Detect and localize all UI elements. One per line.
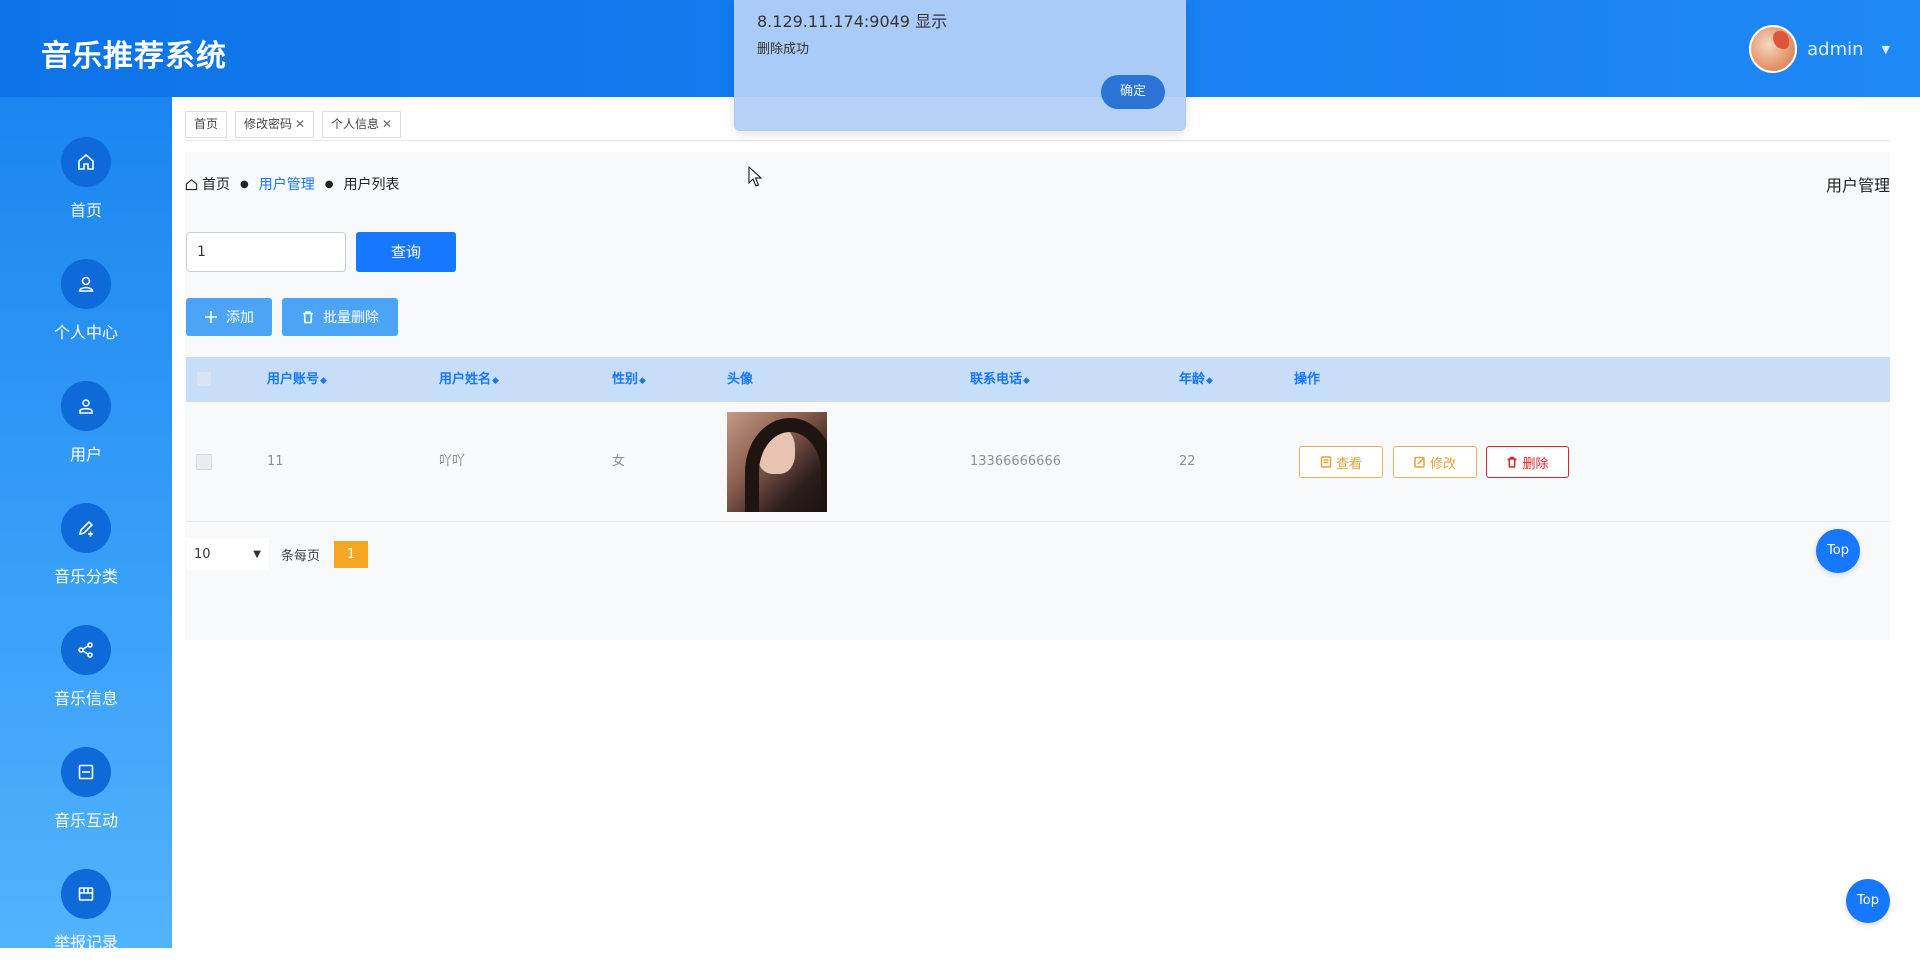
alert-dialog: 8.129.11.174:9049 显示 删除成功 确定	[734, 0, 1186, 131]
caret-down-icon[interactable]: ▼	[1882, 43, 1890, 56]
trash-icon	[1507, 456, 1517, 468]
close-icon[interactable]: ✕	[382, 117, 392, 131]
edit-button-label: 修改	[1429, 456, 1456, 472]
table-header: 用户账号◆ 用户姓名◆ 性别◆ 头像 联系电话◆ 年龄◆ 操作	[186, 357, 1890, 402]
user-avatar-photo	[727, 412, 827, 512]
sidebar-item-label: 首页	[69, 201, 102, 220]
column-header-avatar: 头像	[727, 372, 754, 387]
edit-button[interactable]: 修改	[1393, 446, 1477, 478]
sidebar-item-report-records[interactable]: 举报记录	[0, 869, 172, 979]
tab-label: 修改密码	[244, 117, 293, 131]
sort-icon: ◆	[320, 376, 327, 386]
sidebar-item-label: 个人中心	[53, 323, 118, 342]
alert-ok-button[interactable]: 确定	[1101, 75, 1165, 109]
sort-icon: ◆	[1206, 376, 1213, 386]
bulk-delete-label: 批量删除	[323, 310, 379, 326]
tab-change-password[interactable]: 修改密码 ✕	[235, 111, 315, 138]
page-size-value: 10	[194, 546, 211, 562]
view-button[interactable]: 查看	[1299, 446, 1383, 478]
sidebar-item-users[interactable]: 用户	[0, 381, 172, 491]
alert-title: 8.129.11.174:9049 显示	[757, 12, 948, 31]
sort-icon: ◆	[1023, 376, 1030, 386]
sidebar-item-label: 音乐互动	[53, 811, 118, 830]
grid-icon	[61, 869, 111, 919]
cell-name: 吖吖	[439, 454, 466, 469]
sidebar-item-label: 用户	[69, 445, 102, 464]
row-checkbox[interactable]	[196, 454, 212, 470]
sidebar-item-personal-center[interactable]: 个人中心	[0, 259, 172, 369]
breadcrumb: 首页 ● 用户管理 ● 用户列表	[185, 174, 399, 194]
user-icon	[61, 259, 111, 309]
table-row: 11 吖吖 女 13366666666 22 查看 修改 删除	[186, 402, 1890, 522]
trash-icon	[303, 311, 313, 324]
back-to-top-button[interactable]: Top	[1846, 879, 1890, 923]
document-icon	[1320, 456, 1332, 468]
view-button-label: 查看	[1335, 456, 1362, 472]
home-icon	[61, 137, 111, 187]
username[interactable]: admin	[1807, 39, 1863, 60]
per-page-label: 条每页	[281, 548, 321, 564]
column-header-account[interactable]: 用户账号◆	[267, 357, 327, 404]
page-title: 用户管理	[1825, 176, 1890, 195]
plus-icon	[205, 311, 217, 323]
cell-gender: 女	[612, 454, 626, 469]
breadcrumb-home[interactable]: 首页	[202, 174, 230, 194]
user-menu[interactable]: admin ▼	[1749, 25, 1890, 73]
breadcrumb-section[interactable]: 用户管理	[259, 174, 315, 194]
chevron-down-icon: ▼	[253, 548, 261, 560]
delete-button[interactable]: 删除	[1486, 446, 1569, 478]
sort-icon: ◆	[639, 376, 646, 386]
sidebar-item-label: 举报记录	[53, 933, 118, 952]
box-icon	[61, 747, 111, 797]
tab-label: 首页	[194, 117, 219, 131]
breadcrumb-current: 用户列表	[343, 177, 400, 193]
user-avatar[interactable]	[1749, 25, 1798, 73]
page-number-button[interactable]: 1	[334, 540, 369, 568]
select-all-checkbox[interactable]	[196, 371, 212, 387]
search-input[interactable]: 1	[186, 232, 346, 272]
cell-account: 11	[267, 454, 284, 469]
sidebar: 首页 个人中心 用户 音乐分类 音乐信息 音乐互动 举报记录	[0, 97, 172, 952]
share-icon	[61, 625, 111, 675]
main-content: 首页 ● 用户管理 ● 用户列表 用户管理 1 查询 添加 批量删除 用户账号◆…	[185, 152, 1890, 640]
close-icon[interactable]: ✕	[295, 117, 305, 131]
sidebar-item-label: 音乐信息	[53, 689, 118, 708]
sidebar-item-label: 音乐分类	[53, 567, 118, 586]
mouse-cursor-icon	[748, 166, 762, 187]
page-size-select[interactable]: 10 ▼	[186, 538, 269, 570]
add-button-label: 添加	[226, 310, 254, 326]
bulk-delete-button[interactable]: 批量删除	[282, 298, 398, 336]
tab-label: 个人信息	[331, 117, 380, 131]
sidebar-item-music-interaction[interactable]: 音乐互动	[0, 747, 172, 857]
column-header-gender[interactable]: 性别◆	[612, 357, 646, 404]
edit-icon	[1414, 456, 1425, 468]
user-table: 用户账号◆ 用户姓名◆ 性别◆ 头像 联系电话◆ 年龄◆ 操作 11 吖吖 女 …	[186, 357, 1890, 522]
pagination: 10 ▼ 条每页 1	[186, 534, 369, 574]
cell-age: 22	[1179, 454, 1196, 469]
sidebar-item-music-category[interactable]: 音乐分类	[0, 503, 172, 613]
sidebar-item-home[interactable]: 首页	[0, 137, 172, 247]
home-icon	[185, 178, 198, 190]
cell-phone: 13366666666	[970, 454, 1061, 469]
column-header-actions: 操作	[1294, 372, 1321, 387]
app-title: 音乐推荐系统	[41, 39, 227, 74]
tab-home[interactable]: 首页	[185, 111, 228, 138]
sidebar-item-music-info[interactable]: 音乐信息	[0, 625, 172, 735]
alert-message: 删除成功	[757, 42, 810, 57]
sort-icon: ◆	[492, 376, 499, 386]
column-header-name[interactable]: 用户姓名◆	[439, 357, 499, 404]
tab-personal-info[interactable]: 个人信息 ✕	[322, 111, 402, 138]
add-button[interactable]: 添加	[186, 298, 272, 336]
back-to-top-button[interactable]: Top	[1816, 529, 1860, 573]
breadcrumb-separator: ●	[324, 178, 334, 190]
column-header-phone[interactable]: 联系电话◆	[970, 357, 1030, 404]
query-button[interactable]: 查询	[356, 232, 456, 272]
user-card-icon	[61, 381, 111, 431]
column-header-age[interactable]: 年龄◆	[1179, 357, 1213, 404]
breadcrumb-separator: ●	[240, 178, 249, 190]
edit-icon	[61, 503, 111, 553]
delete-button-label: 删除	[1522, 456, 1549, 472]
